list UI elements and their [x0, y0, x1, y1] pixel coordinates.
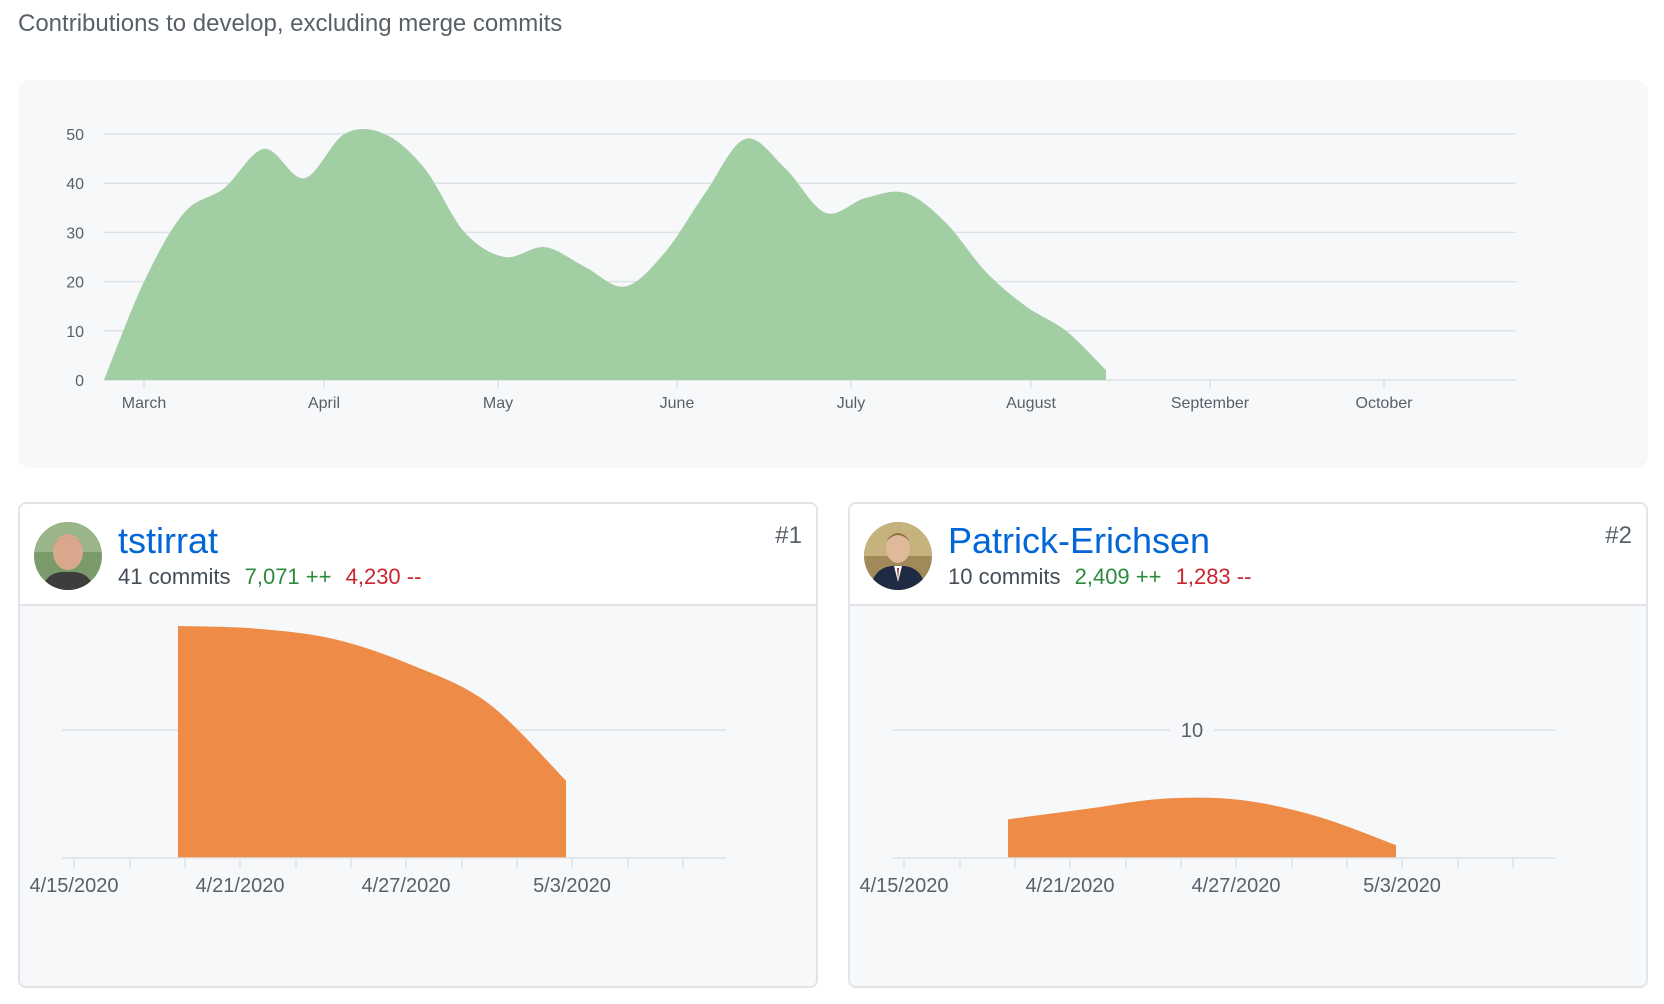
contributor-stats: 41 commits 7,071 ++ 4,230 -- — [118, 564, 421, 590]
contributor-username-link[interactable]: tstirrat — [118, 520, 218, 562]
contributor-chart-svg: 4/15/2020 4/21/2020 4/27/2020 5/3/2020 — [30, 626, 726, 897]
y-tick-label: 20 — [66, 275, 84, 292]
x-tick-label: 4/21/2020 — [196, 875, 285, 897]
commit-count-link[interactable]: 10 commits — [948, 564, 1060, 589]
y-tick-label: 40 — [66, 176, 84, 193]
x-tick-label: October — [1356, 395, 1414, 412]
deletions-count: 1,283 -- — [1175, 564, 1252, 589]
x-tick-label: 4/15/2020 — [30, 875, 119, 897]
contributor-header: Patrick-Erichsen 10 commits 2,409 ++ 1,2… — [850, 504, 1646, 606]
x-tick-label: August — [1006, 395, 1056, 412]
commits-over-time-chart: 0 10 20 30 40 50 March April May June July August Se… — [18, 80, 1648, 468]
x-tick-label: 4/27/2020 — [1192, 875, 1281, 897]
contributor-card: Patrick-Erichsen 10 commits 2,409 ++ 1,2… — [848, 502, 1648, 988]
x-tick-label: 5/3/2020 — [1363, 875, 1441, 897]
x-tick-label: May — [483, 395, 513, 412]
y-tick-label: 0 — [75, 373, 84, 390]
contributor-rank: #2 — [1605, 522, 1632, 549]
x-tick-label: 4/15/2020 — [860, 875, 949, 897]
contributor-card: tstirrat 41 commits 7,071 ++ 4,230 -- #1… — [18, 502, 818, 988]
contributor-chart: 10 4/15/2020 4/21/2020 4/27/2020 5/3/2020 — [850, 606, 1646, 986]
page-caption: Contributions to develop, excluding merg… — [18, 10, 563, 37]
x-tick-label: 4/27/2020 — [362, 875, 451, 897]
y-tick-label: 50 — [66, 127, 84, 144]
x-tick-label: 5/3/2020 — [533, 875, 611, 897]
x-tick-label: April — [308, 395, 340, 412]
additions-count: 7,071 ++ — [244, 564, 332, 589]
commit-count-link[interactable]: 41 commits — [118, 564, 230, 589]
contributor-chart: 4/15/2020 4/21/2020 4/27/2020 5/3/2020 — [20, 606, 816, 986]
series-area — [104, 129, 1106, 380]
contributor-stats: 10 commits 2,409 ++ 1,283 -- — [948, 564, 1251, 590]
contribution-area — [1008, 797, 1396, 858]
main-chart-svg: 0 10 20 30 40 50 March April May June July August Se… — [66, 127, 1516, 412]
y-tick-label: 10 — [1181, 720, 1203, 742]
additions-count: 2,409 ++ — [1074, 564, 1162, 589]
contributor-header: tstirrat 41 commits 7,071 ++ 4,230 -- #1 — [20, 504, 816, 606]
avatar[interactable] — [864, 522, 932, 590]
avatar[interactable] — [34, 522, 102, 590]
contributor-username-link[interactable]: Patrick-Erichsen — [948, 520, 1210, 562]
deletions-count: 4,230 -- — [345, 564, 422, 589]
contributor-chart-svg: 10 4/15/2020 4/21/2020 4/27/2020 5/3/2020 — [860, 718, 1556, 897]
x-tick-label: September — [1171, 395, 1250, 412]
y-tick-label: 30 — [66, 225, 84, 242]
x-tick-label: March — [122, 395, 166, 412]
contribution-area — [178, 626, 566, 858]
x-tick-label: 4/21/2020 — [1026, 875, 1115, 897]
contributor-rank: #1 — [775, 522, 802, 549]
x-tick-label: June — [660, 395, 695, 412]
x-tick-label: July — [837, 395, 865, 412]
y-tick-label: 10 — [66, 324, 84, 341]
